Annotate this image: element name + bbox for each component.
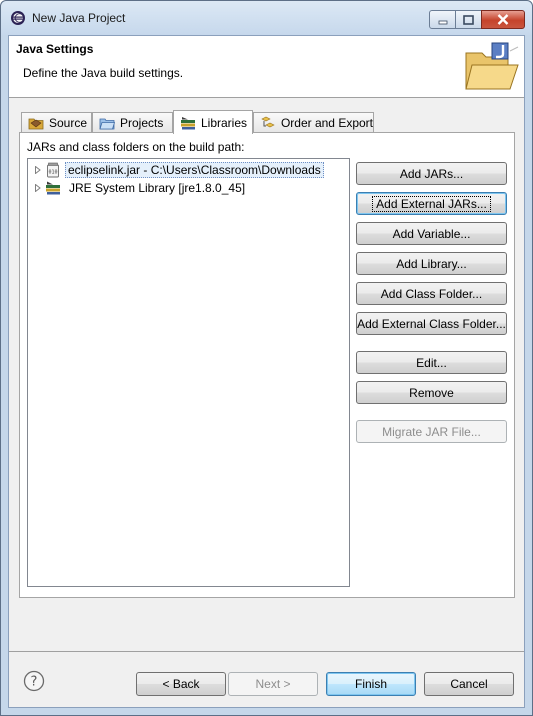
page-title: Java Settings bbox=[16, 42, 94, 56]
add-variable-label: Add Variable... bbox=[392, 226, 471, 241]
order-export-icon bbox=[261, 116, 275, 128]
add-external-jars-button[interactable]: Add External JARs... bbox=[356, 192, 507, 215]
window-title: New Java Project bbox=[32, 11, 126, 25]
edit-label: Edit... bbox=[416, 355, 447, 370]
maximize-button[interactable] bbox=[455, 10, 482, 29]
dialog-window: New Java Project Java Settings Define th… bbox=[0, 0, 533, 716]
next-button[interactable]: Next > bbox=[228, 672, 318, 696]
tab-order-export-label: Order and Export bbox=[280, 116, 373, 130]
tree-item-jre-library[interactable]: JRE System Library [jre1.8.0_45] bbox=[28, 179, 249, 197]
svg-text:?: ? bbox=[31, 675, 38, 690]
add-library-button[interactable]: Add Library... bbox=[356, 252, 507, 275]
tree-item-label: eclipselink.jar - C:\Users\Classroom\Dow… bbox=[65, 162, 324, 178]
tab-projects[interactable]: Projects bbox=[92, 112, 173, 133]
add-external-class-folder-label: Add External Class Folder... bbox=[357, 316, 506, 331]
close-button[interactable] bbox=[481, 10, 525, 29]
add-jars-button[interactable]: Add JARs... bbox=[356, 162, 507, 185]
title-bar[interactable]: New Java Project bbox=[1, 1, 532, 35]
add-variable-button[interactable]: Add Variable... bbox=[356, 222, 507, 245]
java-project-banner-icon bbox=[465, 42, 519, 90]
tab-libraries[interactable]: Libraries bbox=[173, 110, 253, 134]
expand-arrow-icon[interactable] bbox=[31, 161, 45, 179]
add-class-folder-button[interactable]: Add Class Folder... bbox=[356, 282, 507, 305]
tab-order-export[interactable]: Order and Export bbox=[253, 112, 374, 133]
tab-libraries-label: Libraries bbox=[201, 115, 248, 130]
jar-icon: 010 bbox=[47, 162, 59, 178]
back-button[interactable]: < Back bbox=[136, 672, 226, 696]
wizard-header: Java Settings Define the Java build sett… bbox=[9, 36, 524, 98]
tab-source[interactable]: Source bbox=[21, 112, 92, 133]
finish-button[interactable]: Finish bbox=[326, 672, 416, 696]
close-icon bbox=[497, 14, 509, 25]
remove-button[interactable]: Remove bbox=[356, 381, 507, 404]
add-external-class-folder-button[interactable]: Add External Class Folder... bbox=[356, 312, 507, 335]
build-path-tree[interactable]: 010 eclipselink.jar - C:\Users\Classroom… bbox=[27, 158, 350, 587]
footer-divider bbox=[9, 651, 524, 652]
help-icon[interactable]: ? bbox=[23, 670, 45, 692]
tab-source-label: Source bbox=[49, 116, 88, 130]
add-library-label: Add Library... bbox=[396, 256, 467, 271]
projects-folder-icon bbox=[99, 118, 115, 130]
eclipse-icon bbox=[11, 11, 25, 25]
dialog-client-area: Java Settings Define the Java build sett… bbox=[8, 35, 525, 708]
minimize-icon bbox=[438, 20, 447, 24]
minimize-button[interactable] bbox=[429, 10, 456, 29]
svg-text:010: 010 bbox=[48, 170, 57, 176]
tree-item-label: JRE System Library [jre1.8.0_45] bbox=[69, 181, 246, 195]
tree-item-eclipselink-jar[interactable]: 010 eclipselink.jar - C:\Users\Classroom… bbox=[28, 161, 324, 179]
remove-label: Remove bbox=[409, 385, 454, 400]
migrate-jar-button[interactable]: Migrate JAR File... bbox=[356, 420, 507, 443]
next-label: Next > bbox=[255, 677, 291, 691]
cancel-label: Cancel bbox=[450, 677, 488, 691]
build-path-label: JARs and class folders on the build path… bbox=[27, 140, 245, 154]
source-folder-icon bbox=[28, 118, 44, 130]
maximize-icon bbox=[463, 14, 474, 25]
library-books-icon bbox=[181, 116, 195, 129]
edit-button[interactable]: Edit... bbox=[356, 351, 507, 374]
library-icon bbox=[46, 181, 60, 195]
add-class-folder-label: Add Class Folder... bbox=[380, 286, 483, 301]
expand-arrow-icon[interactable] bbox=[31, 179, 45, 197]
tab-projects-label: Projects bbox=[120, 116, 164, 130]
migrate-jar-label: Migrate JAR File... bbox=[382, 424, 481, 439]
add-jars-label: Add JARs... bbox=[399, 166, 464, 181]
caption-buttons bbox=[429, 10, 525, 29]
page-description: Define the Java build settings. bbox=[23, 66, 184, 80]
libraries-panel: JARs and class folders on the build path… bbox=[19, 132, 515, 598]
add-external-jars-label: Add External JARs... bbox=[372, 195, 491, 212]
back-label: < Back bbox=[162, 677, 200, 691]
cancel-button[interactable]: Cancel bbox=[424, 672, 514, 696]
finish-label: Finish bbox=[354, 677, 387, 691]
